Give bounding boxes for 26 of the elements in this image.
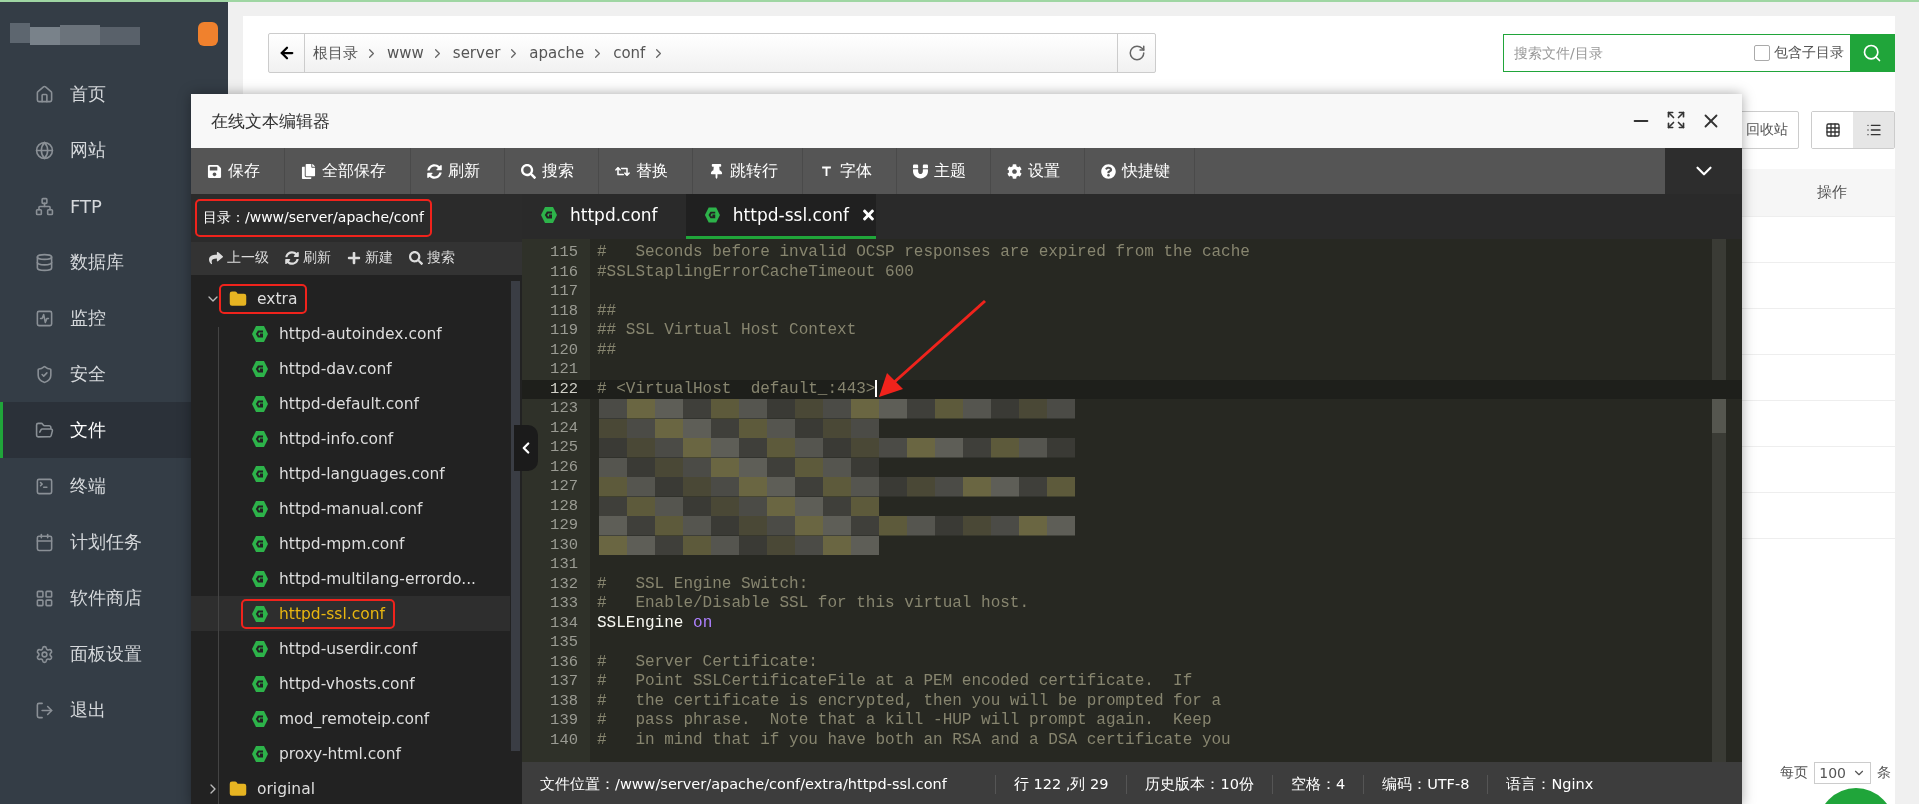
code-line: # Seconds before invalid OCSP responses are expired from the cache xyxy=(596,243,1250,263)
code-line: # Enable/Disable SSL for this virtual host. xyxy=(596,594,1030,614)
column-header: 操作 xyxy=(1817,183,1847,202)
code-line: # in mind that if you have both an RSA and a DSA certificate you xyxy=(596,730,1231,750)
code-line: ## xyxy=(596,340,617,360)
status-item: 语言：Nginx xyxy=(1505,774,1595,794)
code-line: ## xyxy=(596,301,617,321)
directory-path: 目录：/www/server/apache/conf xyxy=(197,200,430,235)
code-line: #SSLStaplingErrorCacheTimeout 600 xyxy=(596,262,914,282)
code-line: # the certificate is encrypted, then you will be prompted for a xyxy=(596,691,1222,711)
status-item: 文件位置：/www/server/apache/conf/extra/httpd-ssl.conf xyxy=(522,774,996,794)
page-size-unit: 条 xyxy=(1877,764,1891,782)
code-line: # pass phrase. Note that a kill -HUP will prompt again. Keep xyxy=(596,711,1212,731)
status-item: 历史版本：10份 xyxy=(1127,774,1273,794)
window-title: 在线文本编辑器 xyxy=(211,109,330,133)
status-item: 行 122 ,列 29 xyxy=(995,774,1128,794)
code-line: ## SSL Virtual Host Context xyxy=(596,321,857,341)
code-line: # SSL Engine Switch: xyxy=(596,574,809,594)
page-size-label: 每页 xyxy=(1780,764,1809,782)
code-line: SSLEngine on xyxy=(596,613,713,633)
code-line: # <VirtualHost default_:443> xyxy=(596,379,878,399)
status-item: 空格：4 xyxy=(1272,774,1365,794)
code-line: # Server Certificate: xyxy=(596,652,818,672)
status-item: 编码：UTF-8 xyxy=(1364,774,1489,794)
subdirs-label: 包含子目录 xyxy=(1774,44,1844,62)
code-line: # Point SSLCertificateFile at a PEM encoded certificate. If xyxy=(596,672,1193,692)
